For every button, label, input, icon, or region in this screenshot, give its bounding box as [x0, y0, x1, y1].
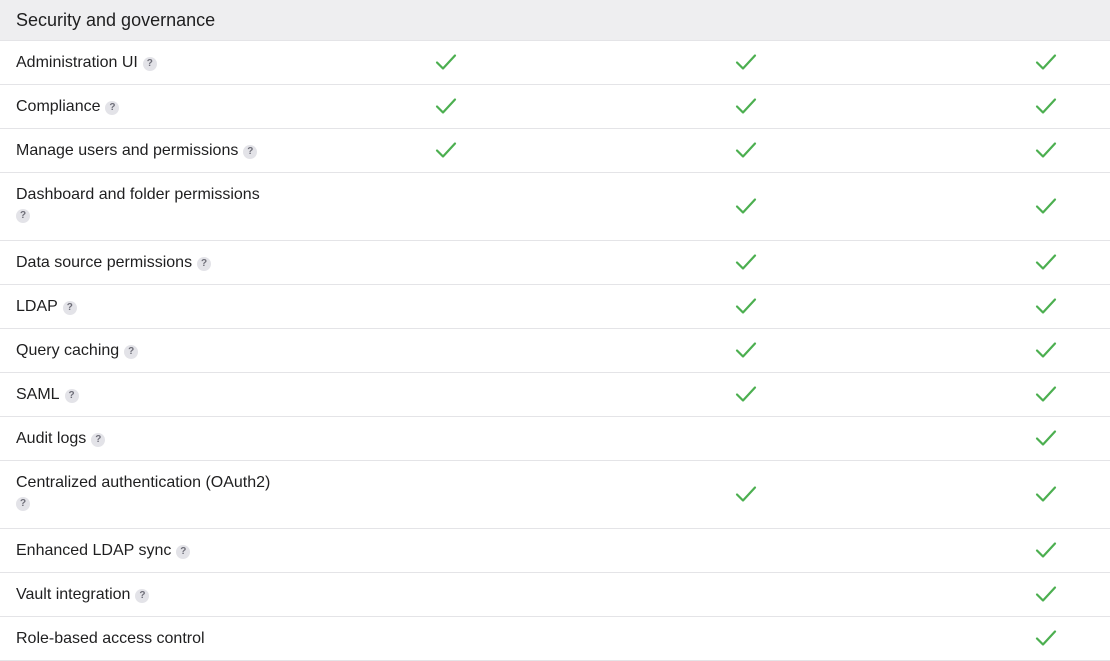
table-row: Audit logs?: [0, 416, 1110, 460]
table-row: Manage users and permissions?: [0, 128, 1110, 172]
help-icon[interactable]: ?: [197, 257, 212, 271]
checkmark-icon: [1035, 141, 1057, 159]
feature-label: SAML: [16, 386, 60, 403]
checkmark-icon: [735, 485, 757, 503]
feature-label: Role-based access control: [16, 630, 205, 647]
table-row: Vault integration?: [0, 572, 1110, 616]
help-icon[interactable]: ?: [64, 389, 79, 403]
checkmark-icon: [1035, 53, 1057, 71]
checkmark-icon: [1035, 97, 1057, 115]
feature-label: Vault integration: [16, 586, 131, 603]
section-title: Security and governance: [16, 9, 216, 30]
checkmark-icon: [1035, 429, 1057, 447]
feature-name-cell: Dashboard and folder permissions?: [16, 185, 296, 223]
checkmark-icon: [1035, 629, 1057, 647]
help-icon[interactable]: ?: [105, 101, 120, 115]
feature-name-cell: Manage users and permissions?: [16, 141, 296, 161]
feature-label: Enhanced LDAP sync: [16, 542, 172, 559]
help-icon[interactable]: ?: [62, 301, 77, 315]
feature-label: Compliance: [16, 98, 101, 115]
section-header: Security and governance: [0, 0, 1110, 40]
help-icon[interactable]: ?: [124, 345, 139, 359]
table-row: Compliance?: [0, 84, 1110, 128]
checkmark-icon: [435, 53, 457, 71]
help-icon[interactable]: ?: [243, 145, 258, 159]
checkmark-icon: [1035, 541, 1057, 559]
checkmark-icon: [1035, 341, 1057, 359]
feature-name-cell: Centralized authentication (OAuth2)?: [16, 473, 296, 511]
checkmark-icon: [1035, 485, 1057, 503]
feature-name-cell: Administration UI?: [16, 53, 296, 73]
table-row: LDAP?: [0, 284, 1110, 328]
checkmark-icon: [735, 197, 757, 215]
table-row: Administration UI?: [0, 40, 1110, 84]
feature-name-cell: SAML?: [16, 385, 296, 405]
feature-name-cell: Enhanced LDAP sync?: [16, 541, 296, 561]
table-row: SAML?: [0, 372, 1110, 416]
feature-name-cell: Compliance?: [16, 97, 296, 117]
feature-comparison-table: Security and governance Administration U…: [0, 0, 1110, 661]
feature-label: Administration UI: [16, 54, 138, 71]
checkmark-icon: [735, 141, 757, 159]
checkmark-icon: [435, 141, 457, 159]
checkmark-icon: [735, 297, 757, 315]
help-icon[interactable]: ?: [176, 545, 191, 559]
table-row: Data source permissions?: [0, 240, 1110, 284]
feature-label: Query caching: [16, 342, 120, 359]
feature-label: Dashboard and folder permissions: [16, 186, 260, 203]
feature-label: LDAP: [16, 298, 58, 315]
checkmark-icon: [1035, 297, 1057, 315]
feature-label: Centralized authentication (OAuth2): [16, 474, 271, 491]
table-row: Dashboard and folder permissions?: [0, 172, 1110, 240]
help-icon[interactable]: ?: [135, 589, 150, 603]
feature-name-cell: Vault integration?: [16, 585, 296, 605]
checkmark-icon: [1035, 585, 1057, 603]
checkmark-icon: [735, 97, 757, 115]
checkmark-icon: [1035, 385, 1057, 403]
help-icon[interactable]: ?: [91, 433, 106, 447]
feature-label: Audit logs: [16, 430, 87, 447]
checkmark-icon: [735, 253, 757, 271]
table-row: Query caching?: [0, 328, 1110, 372]
feature-label: Manage users and permissions: [16, 142, 239, 159]
feature-name-cell: LDAP?: [16, 297, 296, 317]
checkmark-icon: [1035, 253, 1057, 271]
table-row: Centralized authentication (OAuth2)?: [0, 460, 1110, 528]
checkmark-icon: [1035, 197, 1057, 215]
help-icon[interactable]: ?: [16, 209, 30, 223]
table-row: Enhanced LDAP sync?: [0, 528, 1110, 572]
checkmark-icon: [735, 385, 757, 403]
help-icon[interactable]: ?: [142, 57, 157, 71]
feature-name-cell: Audit logs?: [16, 429, 296, 449]
feature-name-cell: Query caching?: [16, 341, 296, 361]
checkmark-icon: [735, 341, 757, 359]
feature-name-cell: Data source permissions?: [16, 253, 296, 273]
table-row: Role-based access control: [0, 616, 1110, 660]
checkmark-icon: [435, 97, 457, 115]
checkmark-icon: [735, 53, 757, 71]
feature-name-cell: Role-based access control: [16, 629, 296, 649]
feature-label: Data source permissions: [16, 254, 193, 271]
help-icon[interactable]: ?: [16, 497, 30, 511]
feature-rows: Administration UI? Compliance? Manage user…: [0, 40, 1110, 660]
